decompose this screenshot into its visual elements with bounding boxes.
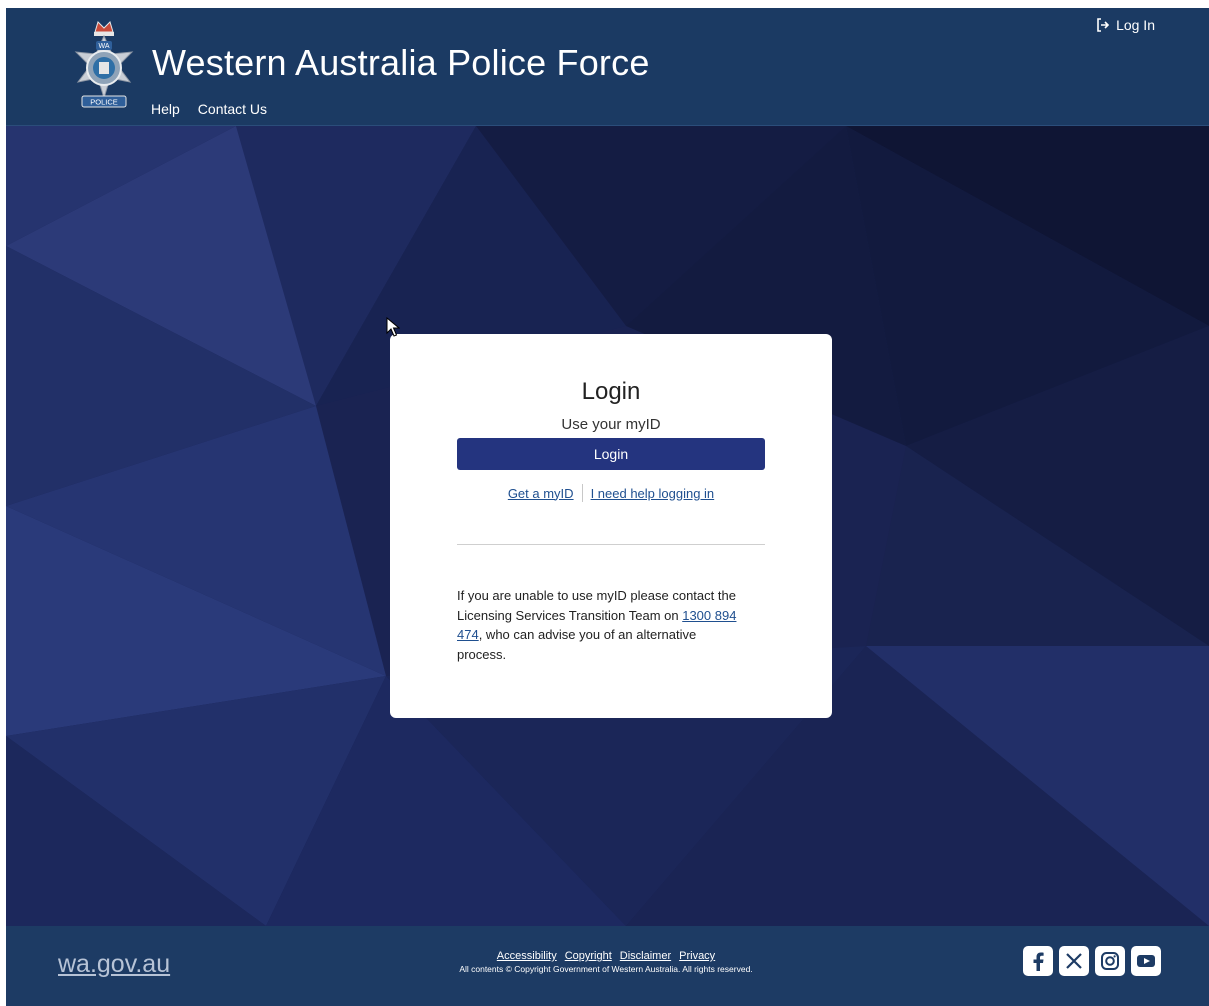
mouse-cursor-icon bbox=[386, 317, 400, 337]
help-logging-in-link[interactable]: I need help logging in bbox=[591, 486, 715, 501]
header-nav: Help Contact Us bbox=[151, 101, 267, 117]
crest-label-bottom: POLICE bbox=[90, 98, 118, 107]
footer-accessibility-link[interactable]: Accessibility bbox=[497, 950, 557, 962]
youtube-icon bbox=[1137, 955, 1155, 967]
instagram-icon bbox=[1101, 952, 1119, 970]
footer-links: Accessibility Copyright Disclaimer Priva… bbox=[386, 950, 826, 962]
footer-copyright-link[interactable]: Copyright bbox=[565, 950, 612, 962]
footer-copyright-text: All contents © Copyright Government of W… bbox=[459, 964, 753, 974]
youtube-link[interactable] bbox=[1131, 946, 1161, 976]
nav-contact-us-link[interactable]: Contact Us bbox=[198, 101, 267, 117]
hero-background: Login Use your myID Login Get a myID I n… bbox=[6, 126, 1209, 926]
site-title: Western Australia Police Force bbox=[152, 42, 650, 83]
login-help-links: Get a myID I need help logging in bbox=[390, 484, 832, 502]
social-links bbox=[1023, 946, 1161, 976]
info-text-part-2: , who can advise you of an alternative p… bbox=[457, 627, 697, 662]
facebook-link[interactable] bbox=[1023, 946, 1053, 976]
wa-gov-link[interactable]: wa.gov.au bbox=[58, 950, 170, 979]
footer-center: Accessibility Copyright Disclaimer Priva… bbox=[386, 950, 826, 974]
wa-police-crest-logo[interactable]: WA POLICE bbox=[68, 18, 140, 110]
log-in-icon bbox=[1097, 18, 1110, 32]
myid-info-text: If you are unable to use myID please con… bbox=[457, 586, 737, 664]
login-card: Login Use your myID Login Get a myID I n… bbox=[390, 334, 832, 718]
nav-help-link[interactable]: Help bbox=[151, 101, 180, 117]
app-frame: WA POLICE Western Australia Police Force… bbox=[6, 8, 1209, 1006]
card-divider bbox=[457, 544, 765, 545]
login-button[interactable]: Login bbox=[457, 438, 765, 470]
facebook-icon bbox=[1033, 952, 1044, 971]
crest-label-top: WA bbox=[98, 43, 109, 50]
header-login-label: Log In bbox=[1116, 17, 1155, 33]
login-subtitle: Use your myID bbox=[561, 416, 661, 433]
site-footer: wa.gov.au Accessibility Copyright Discla… bbox=[6, 926, 1209, 1006]
link-separator bbox=[581, 484, 583, 502]
footer-privacy-link[interactable]: Privacy bbox=[679, 950, 715, 962]
x-link[interactable] bbox=[1059, 946, 1089, 976]
login-title: Login bbox=[581, 378, 641, 405]
site-header: WA POLICE Western Australia Police Force… bbox=[6, 8, 1209, 126]
instagram-link[interactable] bbox=[1095, 946, 1125, 976]
x-icon bbox=[1066, 953, 1082, 969]
footer-disclaimer-link[interactable]: Disclaimer bbox=[620, 950, 671, 962]
header-login-link[interactable]: Log In bbox=[1096, 17, 1155, 33]
get-myid-link[interactable]: Get a myID bbox=[508, 486, 574, 501]
